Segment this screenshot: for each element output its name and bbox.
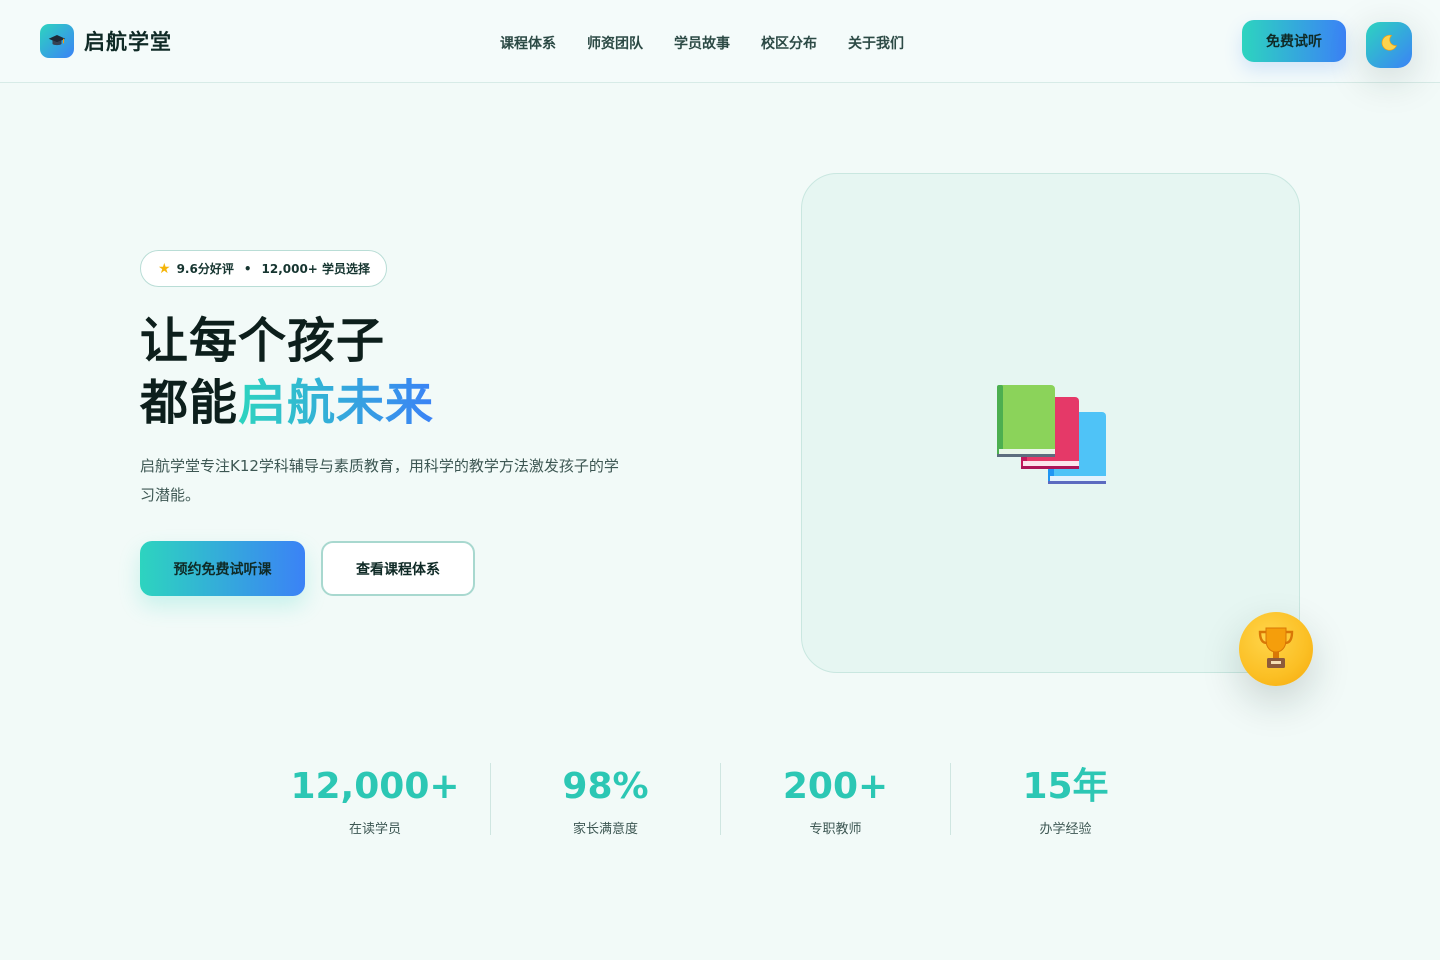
nav-link-stories[interactable]: 学员故事 bbox=[674, 33, 730, 53]
theme-toggle-button[interactable] bbox=[1366, 22, 1412, 68]
hero-headline: 让每个孩子 都能启航未来 bbox=[140, 310, 434, 434]
trophy-badge bbox=[1239, 612, 1313, 686]
book-trial-class-button[interactable]: 预约免费试听课 bbox=[140, 541, 305, 596]
headline-line-1: 让每个孩子 bbox=[140, 313, 386, 369]
stat-value: 200+ bbox=[782, 766, 889, 807]
hero-description: 启航学堂专注K12学科辅导与素质教育，用科学的教学方法激发孩子的学习潜能。 bbox=[140, 457, 619, 504]
brand-name: 启航学堂 bbox=[84, 30, 172, 54]
headline-line-2-plain: 都能 bbox=[140, 375, 239, 431]
graduation-cap-icon bbox=[40, 24, 74, 58]
free-trial-button[interactable]: 免费试听 bbox=[1242, 20, 1346, 62]
stat-teachers: 200+ 专职教师 bbox=[720, 763, 950, 837]
books-icon bbox=[996, 384, 1108, 490]
nav-link-about[interactable]: 关于我们 bbox=[848, 33, 904, 53]
stat-value: 98% bbox=[562, 766, 649, 807]
nav-link-courses[interactable]: 课程体系 bbox=[500, 33, 556, 53]
nav-link-teachers[interactable]: 师资团队 bbox=[587, 33, 643, 53]
badge-separator: • bbox=[243, 261, 252, 276]
nav-link-campuses[interactable]: 校区分布 bbox=[761, 33, 817, 53]
star-icon: ★ bbox=[158, 260, 171, 277]
stat-satisfaction: 98% 家长满意度 bbox=[490, 763, 720, 837]
brand-logo[interactable]: 启航学堂 bbox=[40, 24, 172, 58]
page: 启航学堂 课程体系 师资团队 学员故事 校区分布 关于我们 免费试听 ★ 9.6… bbox=[0, 0, 1440, 960]
headline-line-2-accent: 启航未来 bbox=[238, 375, 435, 431]
trophy-icon bbox=[1257, 624, 1295, 674]
stat-label: 在读学员 bbox=[348, 822, 401, 837]
moon-icon bbox=[1379, 33, 1399, 58]
stat-value: 12,000+ bbox=[290, 766, 460, 807]
rating-badge: ★ 9.6分好评 • 12,000+ 学员选择 bbox=[140, 250, 388, 287]
nav-links: 课程体系 师资团队 学员故事 校区分布 关于我们 bbox=[500, 33, 904, 53]
stat-value: 15年 bbox=[1022, 766, 1109, 807]
rating-text: 9.6分好评 bbox=[176, 262, 234, 276]
stat-label: 办学经验 bbox=[1039, 822, 1092, 837]
stats-row: 12,000+ 在读学员 98% 家长满意度 200+ 专职教师 15年 办学经… bbox=[260, 763, 1180, 837]
top-navigation: 启航学堂 课程体系 师资团队 学员故事 校区分布 关于我们 免费试听 bbox=[0, 0, 1440, 83]
students-count-text: 12,000+ 学员选择 bbox=[261, 262, 371, 276]
view-courses-button[interactable]: 查看课程体系 bbox=[321, 541, 475, 596]
stat-experience: 15年 办学经验 bbox=[950, 763, 1180, 837]
stat-students: 12,000+ 在读学员 bbox=[260, 763, 490, 837]
stat-label: 专职教师 bbox=[809, 822, 862, 837]
stat-label: 家长满意度 bbox=[572, 822, 638, 837]
